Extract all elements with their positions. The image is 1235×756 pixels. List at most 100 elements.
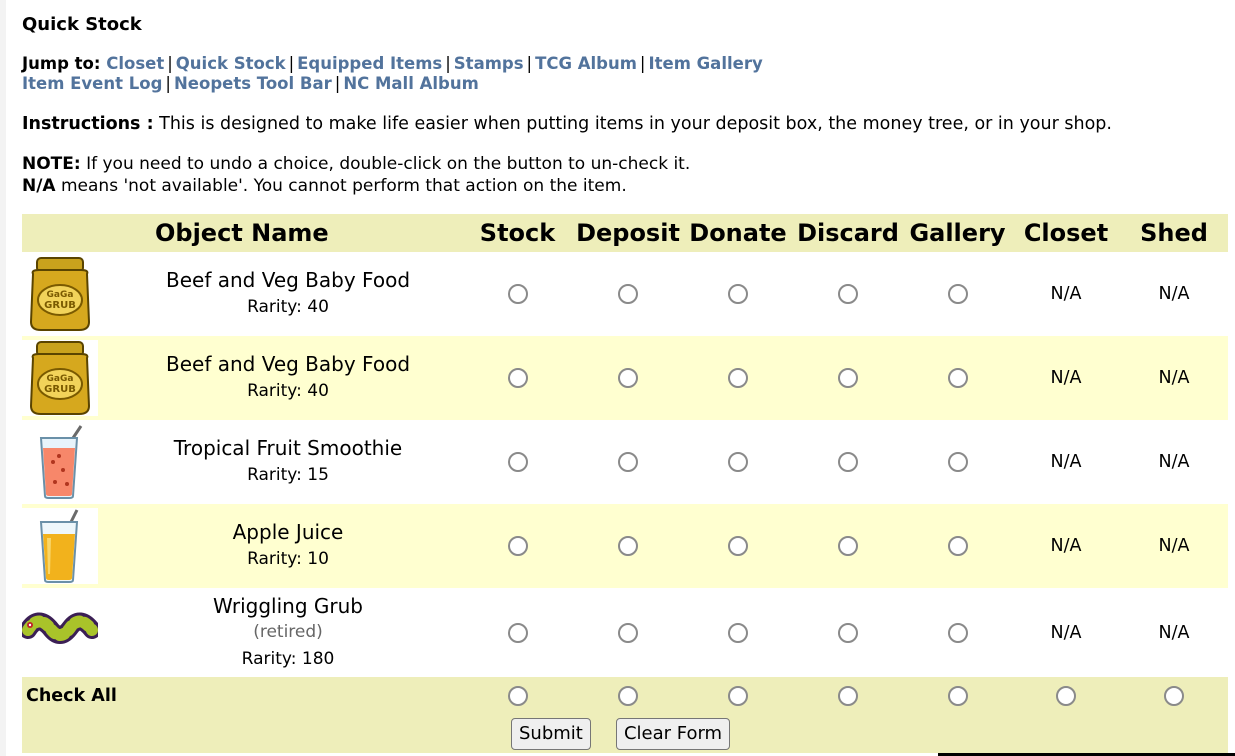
radio-donate[interactable] [728, 368, 748, 389]
check-all-stock[interactable] [507, 685, 528, 706]
radio-donate[interactable] [728, 536, 748, 557]
grub-icon [22, 594, 98, 671]
radio-gallery[interactable] [947, 368, 968, 389]
radio-gallery[interactable] [947, 452, 968, 473]
radio-discard[interactable] [838, 284, 858, 305]
closet-na: N/A [1050, 368, 1082, 388]
check-all-closet[interactable] [1056, 685, 1076, 706]
closet-na: N/A [1050, 536, 1082, 556]
item-retired: (retired) [253, 621, 323, 642]
instructions-label: Instructions : [22, 114, 154, 134]
radio-discard[interactable] [838, 452, 858, 473]
radio-donate[interactable] [728, 622, 748, 643]
closet-na: N/A [1050, 452, 1082, 472]
item-name: Wriggling Grub [213, 593, 363, 618]
check-all-row: Check All [22, 677, 1228, 714]
svg-text:GRUB: GRUB [44, 300, 76, 311]
link-neopets-tool-bar[interactable]: Neopets Tool Bar [174, 74, 332, 93]
note-text: If you need to undo a choice, double-cli… [80, 154, 691, 174]
radio-discard[interactable] [838, 622, 858, 643]
instructions: Instructions : This is designed to make … [22, 114, 1112, 134]
left-gutter [0, 0, 6, 756]
table-row: GaGa GRUB Beef and Veg Baby Food Rarity:… [22, 252, 1228, 336]
item-name: Beef and Veg Baby Food [165, 268, 411, 292]
check-all-gallery[interactable] [947, 685, 968, 706]
svg-text:GaGa: GaGa [47, 290, 74, 300]
header-stock: Stock [462, 214, 573, 252]
shed-na: N/A [1158, 622, 1190, 643]
radio-deposit[interactable] [618, 452, 638, 473]
radio-stock[interactable] [507, 622, 528, 643]
shed-na: N/A [1158, 284, 1190, 304]
clear-form-button[interactable]: Clear Form [615, 717, 731, 750]
radio-deposit[interactable] [618, 368, 638, 389]
radio-donate[interactable] [728, 452, 748, 473]
form-buttons-row: Submit Clear Form [22, 714, 1228, 753]
radio-gallery[interactable] [947, 284, 968, 305]
na-text: means 'not available'. You cannot perfor… [55, 176, 627, 196]
header-deposit: Deposit [573, 214, 683, 252]
item-name: Apple Juice [232, 520, 344, 544]
item-rarity: Rarity: 10 [247, 549, 329, 569]
header-gallery: Gallery [903, 214, 1012, 252]
item-name: Tropical Fruit Smoothie [173, 436, 403, 460]
item-rarity: Rarity: 180 [241, 648, 335, 669]
item-name: Beef and Veg Baby Food [165, 352, 411, 376]
link-item-gallery[interactable]: Item Gallery [648, 54, 762, 73]
radio-gallery[interactable] [947, 536, 968, 557]
table-row: Apple Juice Rarity: 10 N/A N/A [22, 504, 1228, 588]
link-closet[interactable]: Closet [106, 54, 164, 73]
submit-button[interactable]: Submit [511, 717, 591, 750]
check-all-discard[interactable] [838, 685, 858, 706]
link-stamps[interactable]: Stamps [454, 54, 524, 73]
radio-gallery[interactable] [947, 622, 968, 643]
instructions-text: This is designed to make life easier whe… [153, 114, 1112, 134]
radio-deposit[interactable] [618, 622, 638, 643]
juice-glass-icon [22, 508, 98, 584]
shed-na: N/A [1158, 536, 1190, 556]
table-row: Tropical Fruit Smoothie Rarity: 15 N/A N… [22, 420, 1228, 504]
table-row: Wriggling Grub (retired) Rarity: 180 N/A… [22, 588, 1228, 677]
check-all-label: Check All [22, 677, 462, 714]
radio-deposit[interactable] [618, 536, 638, 557]
closet-na: N/A [1050, 622, 1082, 643]
item-rarity: Rarity: 40 [247, 381, 329, 401]
radio-donate[interactable] [728, 284, 748, 305]
baby-food-jar-icon: GaGa GRUB [22, 256, 98, 332]
radio-discard[interactable] [838, 368, 858, 389]
note: NOTE: If you need to undo a choice, doub… [22, 153, 690, 197]
radio-stock[interactable] [507, 368, 528, 389]
shed-na: N/A [1158, 368, 1190, 388]
na-label: N/A [22, 176, 56, 196]
check-all-shed[interactable] [1164, 685, 1184, 706]
header-closet: Closet [1012, 214, 1120, 252]
link-item-event-log[interactable]: Item Event Log [22, 74, 162, 93]
header-donate: Donate [683, 214, 793, 252]
link-tcg-album[interactable]: TCG Album [535, 54, 637, 73]
svg-text:GaGa: GaGa [47, 374, 74, 384]
closet-na: N/A [1050, 284, 1082, 304]
jump-label: Jump to: [22, 54, 101, 73]
radio-deposit[interactable] [618, 284, 638, 305]
svg-text:GRUB: GRUB [44, 384, 76, 395]
jump-links: Jump to: Closet | Quick Stock | Equipped Ite… [22, 54, 763, 93]
header-shed: Shed [1120, 214, 1228, 252]
check-all-donate[interactable] [728, 685, 748, 706]
baby-food-jar-icon: GaGa GRUB [22, 340, 98, 416]
note-label: NOTE: [22, 154, 81, 174]
header-object-name: Object Name [22, 214, 462, 252]
link-nc-mall-album[interactable]: NC Mall Album [343, 74, 478, 93]
link-quick-stock[interactable]: Quick Stock [176, 54, 286, 73]
table-header: Object Name Stock Deposit Donate Discard… [22, 214, 1228, 252]
radio-stock[interactable] [507, 536, 528, 557]
item-rarity: Rarity: 15 [247, 465, 329, 485]
smoothie-glass-icon [22, 424, 98, 500]
table-row: GaGa GRUB Beef and Veg Baby Food Rarity:… [22, 336, 1228, 420]
quick-stock-table: Object Name Stock Deposit Donate Discard… [22, 214, 1228, 753]
link-equipped-items[interactable]: Equipped Items [297, 54, 442, 73]
radio-discard[interactable] [838, 536, 858, 557]
radio-stock[interactable] [507, 452, 528, 473]
check-all-deposit[interactable] [618, 685, 638, 706]
radio-stock[interactable] [507, 284, 528, 305]
shed-na: N/A [1158, 452, 1190, 472]
